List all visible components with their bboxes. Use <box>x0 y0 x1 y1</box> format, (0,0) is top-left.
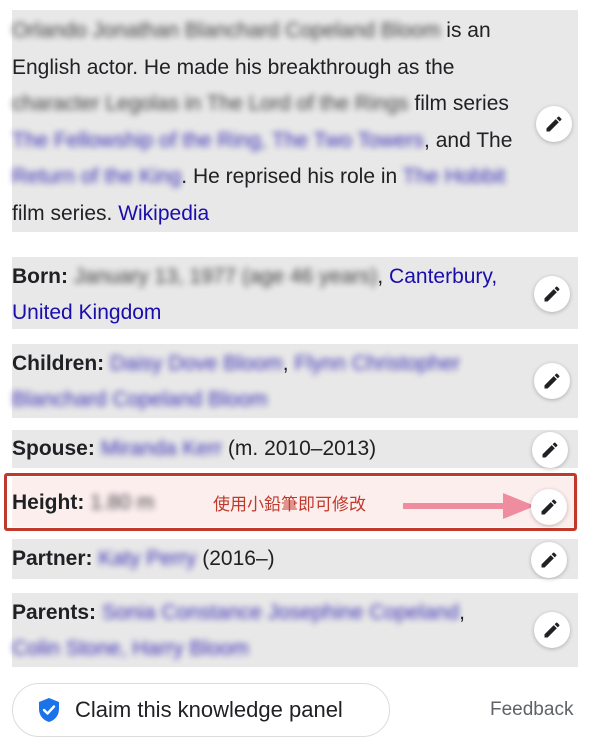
feedback-link[interactable]: Feedback <box>490 699 573 721</box>
partner-link[interactable]: Katy Perry <box>98 547 196 570</box>
parents-label: Parents: <box>12 601 97 624</box>
parent1-link[interactable]: Sonia Constance Josephine Copeland <box>102 601 459 624</box>
pencil-icon <box>544 373 560 389</box>
description-text: Orlando Jonathan Blanchard Copeland Bloo… <box>12 19 513 225</box>
verified-shield-icon <box>39 698 59 722</box>
edit-parents-button[interactable] <box>534 612 570 648</box>
edit-born-button[interactable] <box>534 276 570 312</box>
hobbit-link[interactable]: The Hobbit <box>403 165 506 188</box>
edit-spouse-button[interactable] <box>532 432 568 468</box>
films-link[interactable]: The Fellowship of the Ring, The Two Towe… <box>12 129 424 152</box>
child1-link[interactable]: Daisy Dove Bloom <box>110 352 283 375</box>
edit-hint-annotation: 使用小鉛筆即可修改 <box>213 495 366 514</box>
pencil-icon <box>544 286 560 302</box>
children-row: Children: Daisy Dove Bloom, Flynn Christ… <box>12 344 578 418</box>
edit-description-button[interactable] <box>536 106 572 142</box>
claim-panel-label: Claim this knowledge panel <box>75 697 343 722</box>
children-label: Children: <box>12 352 105 375</box>
partner-row: Partner: Katy Perry (2016–) <box>12 539 578 579</box>
pencil-icon <box>544 622 560 638</box>
pencil-icon <box>546 116 562 132</box>
partner-label: Partner: <box>12 547 93 570</box>
spouse-link[interactable]: Miranda Kerr <box>101 437 222 460</box>
birthplace-link[interactable]: Canterbury, <box>389 265 497 288</box>
born-label: Born: <box>12 265 68 288</box>
claim-panel-button[interactable]: Claim this knowledge panel <box>12 683 390 737</box>
film3-link[interactable]: Return of the King <box>12 165 181 188</box>
edit-partner-button[interactable] <box>531 542 567 578</box>
spouse-row: Spouse: Miranda Kerr (m. 2010–2013) <box>12 430 578 468</box>
role-text: character Legolas in The Lord of the Rin… <box>12 92 409 115</box>
description-block: Orlando Jonathan Blanchard Copeland Bloo… <box>12 10 578 232</box>
pencil-icon <box>542 442 558 458</box>
born-date: January 13, 1977 (age 46 years) <box>73 265 378 288</box>
wikipedia-link[interactable]: Wikipedia <box>118 202 209 225</box>
parents-row: Parents: Sonia Constance Josephine Copel… <box>12 593 578 667</box>
pencil-icon <box>541 552 557 568</box>
birthplace-country-link[interactable]: United Kingdom <box>12 301 161 324</box>
edit-height-button[interactable] <box>531 489 567 525</box>
pencil-icon <box>541 499 557 515</box>
child2-link[interactable]: Flynn Christopher <box>294 352 460 375</box>
child2-link-cont[interactable]: Blanchard Copeland Bloom <box>12 388 268 411</box>
subject-name: Orlando Jonathan Blanchard Copeland Bloo… <box>12 19 441 42</box>
parent2-link[interactable]: Colin Stone, Harry Bloom <box>12 637 249 660</box>
spouse-label: Spouse: <box>12 437 95 460</box>
edit-children-button[interactable] <box>534 363 570 399</box>
born-row: Born: January 13, 1977 (age 46 years), C… <box>12 257 578 329</box>
arrow-right-icon <box>403 493 535 519</box>
